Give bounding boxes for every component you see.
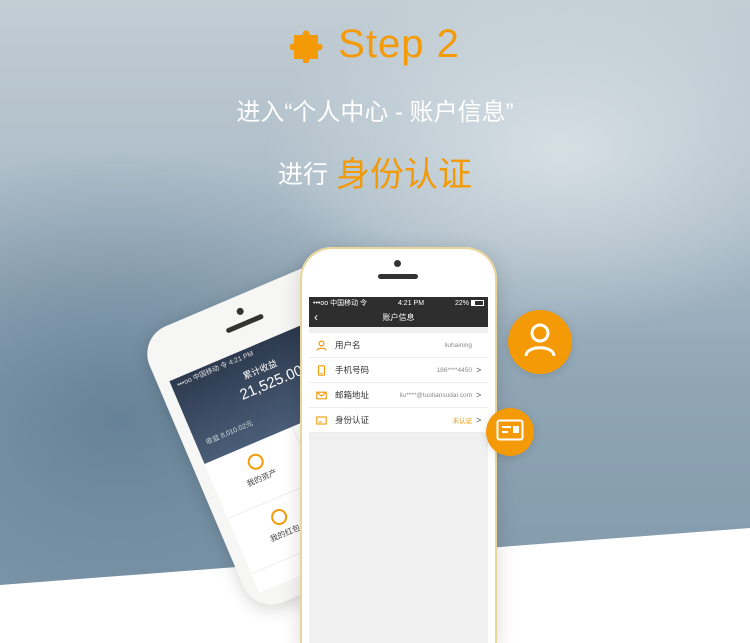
row-label: 邮箱地址 <box>335 390 370 400</box>
carrier: •••oo 中国移动 令 <box>313 300 368 307</box>
status-bar: •••oo 中国移动 令 4:21 PM 22% <box>309 297 488 309</box>
id-card-icon <box>496 419 524 446</box>
user-icon <box>523 322 557 363</box>
id-card-badge <box>486 408 534 456</box>
puzzle-icon <box>289 25 330 73</box>
row-username[interactable]: 用户名 liuhaining <box>309 333 488 358</box>
clock: 4:21 PM <box>397 299 425 307</box>
user-badge <box>508 310 572 374</box>
mail-icon <box>315 389 327 401</box>
user-icon <box>315 339 327 351</box>
nav-bar: ‹ 账户信息 <box>309 309 488 327</box>
row-value: 186****4450 <box>436 366 472 374</box>
phone-screen: •••oo 中国移动 令 4:21 PM 22% ‹ 账户信息 用户名 liuh… <box>309 297 488 643</box>
instruction-line2: 进行 身份认证 <box>0 147 750 196</box>
phone-icon <box>315 364 327 376</box>
battery-icon <box>471 299 484 306</box>
chevron-right-icon: > <box>476 365 482 375</box>
instruction-prefix: 进行 <box>277 161 328 189</box>
row-phone[interactable]: 手机号码 186****4450 > <box>309 358 488 383</box>
row-email[interactable]: 邮箱地址 liu****@tuotiansudai.com > <box>309 383 488 408</box>
coin-icon <box>268 506 290 528</box>
nav-title: 账户信息 <box>382 313 415 322</box>
earnings-sub: 收益 8,010.02元 <box>205 420 255 447</box>
row-value: liuhaining <box>444 341 472 349</box>
row-value: liu****@tuotiansudai.com <box>399 391 472 399</box>
account-info-list: 用户名 liuhaining 手机号码 186****4450 > 邮箱地址 l… <box>309 333 488 433</box>
step-label: Step 2 <box>338 22 460 66</box>
battery: 22% <box>455 299 484 307</box>
camera-dot <box>394 260 401 267</box>
front-phone: •••oo 中国移动 令 4:21 PM 22% ‹ 账户信息 用户名 liuh… <box>300 247 497 643</box>
row-label: 用户名 <box>335 340 361 350</box>
id-card-icon <box>315 414 327 426</box>
row-label: 身份认证 <box>335 415 370 425</box>
row-label: 手机号码 <box>335 365 370 375</box>
status-badge: 未认证 <box>452 418 473 425</box>
back-chevron-icon[interactable]: ‹ <box>314 309 318 326</box>
chevron-right-icon: > <box>476 390 482 400</box>
instruction-line1: 进入“个人中心 - 账户信息” <box>236 99 514 126</box>
chevron-right-icon: > <box>476 415 482 425</box>
speaker <box>378 274 418 279</box>
row-id-verify[interactable]: 身份认证 未认证 > <box>309 408 488 433</box>
step-heading: Step 2 <box>0 22 750 73</box>
instruction-highlight: 身份认证 <box>336 156 472 194</box>
piggy-icon <box>245 451 267 473</box>
